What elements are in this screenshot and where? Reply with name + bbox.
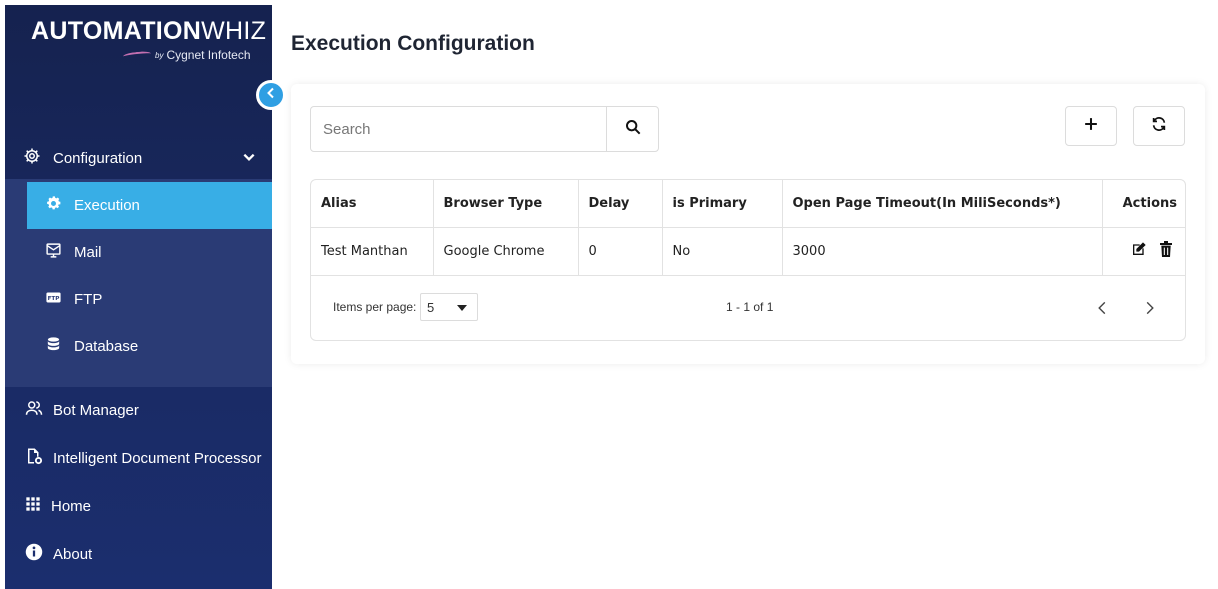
column-header-actions: Actions bbox=[1102, 180, 1185, 228]
search-icon bbox=[625, 119, 641, 140]
sidebar-collapse-button[interactable] bbox=[256, 80, 286, 110]
logo-company: Cygnet Infotech bbox=[166, 48, 251, 62]
sidebar-item-label: Intelligent Document Processor bbox=[53, 449, 262, 467]
grid-icon bbox=[25, 496, 41, 516]
app-logo: AUTOMATIONWHIZ by Cygnet Infotech bbox=[5, 5, 272, 75]
column-header-is-primary[interactable]: is Primary bbox=[662, 180, 783, 228]
delete-icon[interactable] bbox=[1159, 241, 1173, 261]
column-header-browser-type[interactable]: Browser Type bbox=[433, 180, 579, 228]
configuration-submenu: Execution Mail FTP FTP Database bbox=[5, 179, 272, 387]
sidebar-item-mail[interactable]: Mail bbox=[27, 229, 272, 276]
page-range-label: 1 - 1 of 1 bbox=[726, 300, 774, 314]
sidebar-item-configuration[interactable]: Configuration bbox=[5, 137, 272, 179]
refresh-button[interactable] bbox=[1133, 106, 1185, 146]
info-icon bbox=[25, 543, 43, 565]
cell-alias: Test Manthan bbox=[311, 227, 434, 276]
refresh-icon bbox=[1151, 116, 1167, 137]
search-input[interactable] bbox=[311, 107, 605, 151]
sidebar-item-home[interactable]: Home bbox=[5, 484, 272, 528]
column-header-open-page-timeout[interactable]: Open Page Timeout(In MiliSeconds*) bbox=[782, 180, 1103, 228]
sidebar: AUTOMATIONWHIZ by Cygnet Infotech Config… bbox=[5, 5, 272, 589]
sidebar-item-label: Configuration bbox=[53, 149, 143, 167]
users-icon bbox=[25, 399, 43, 421]
column-header-delay[interactable]: Delay bbox=[578, 180, 663, 228]
edit-icon[interactable] bbox=[1131, 241, 1147, 261]
sidebar-item-bot-manager[interactable]: Bot Manager bbox=[5, 388, 272, 432]
chevron-left-icon bbox=[265, 86, 277, 104]
page-size-value: 5 bbox=[427, 299, 435, 315]
next-page-button[interactable] bbox=[1136, 293, 1164, 325]
sidebar-item-label: FTP bbox=[74, 291, 103, 308]
logo-swoosh bbox=[122, 50, 152, 60]
ftp-icon: FTP bbox=[45, 289, 62, 310]
document-gear-icon bbox=[25, 447, 43, 469]
cell-open-page-timeout: 3000 bbox=[782, 227, 1103, 276]
sidebar-item-label: Bot Manager bbox=[53, 401, 139, 419]
chevron-down-icon bbox=[242, 150, 256, 168]
settings-cog-icon bbox=[23, 147, 41, 169]
caret-down-icon bbox=[457, 305, 467, 311]
svg-text:FTP: FTP bbox=[48, 296, 60, 302]
chevron-right-icon bbox=[1145, 301, 1155, 318]
previous-page-button[interactable] bbox=[1088, 293, 1116, 325]
sidebar-item-database[interactable]: Database bbox=[27, 323, 272, 370]
sidebar-item-ftp[interactable]: FTP FTP bbox=[27, 276, 272, 323]
search-box bbox=[310, 106, 659, 152]
mail-monitor-icon bbox=[45, 242, 62, 263]
column-header-alias[interactable]: Alias bbox=[311, 180, 434, 228]
search-button[interactable] bbox=[606, 107, 658, 151]
table-header-row: Alias Browser Type Delay is Primary Open… bbox=[311, 180, 1185, 228]
cell-browser-type: Google Chrome bbox=[433, 227, 579, 276]
add-button[interactable] bbox=[1065, 106, 1117, 146]
database-icon bbox=[45, 336, 62, 357]
execution-config-card: Alias Browser Type Delay is Primary Open… bbox=[291, 84, 1205, 364]
sidebar-item-about[interactable]: About bbox=[5, 532, 272, 576]
paginator: Items per page: 5 1 - 1 of 1 bbox=[311, 277, 1185, 340]
logo-by: by bbox=[155, 50, 164, 60]
sidebar-item-label: Mail bbox=[74, 244, 102, 261]
page-size-select[interactable]: 5 bbox=[420, 293, 478, 321]
sidebar-item-idp[interactable]: Intelligent Document Processor bbox=[5, 436, 272, 480]
sidebar-item-execution[interactable]: Execution bbox=[27, 182, 272, 229]
cell-delay: 0 bbox=[578, 227, 663, 276]
logo-wordmark: AUTOMATIONWHIZ bbox=[31, 17, 267, 45]
gear-icon bbox=[45, 195, 62, 216]
sidebar-item-label: About bbox=[53, 545, 93, 563]
items-per-page-label: Items per page: bbox=[333, 300, 417, 314]
sidebar-item-label: Home bbox=[51, 497, 92, 515]
execution-table: Alias Browser Type Delay is Primary Open… bbox=[310, 179, 1186, 341]
sidebar-item-label: Execution bbox=[74, 197, 140, 214]
cell-is-primary: No bbox=[662, 227, 783, 276]
page-title: Execution Configuration bbox=[291, 32, 535, 55]
table-row: Test Manthan Google Chrome 0 No 3000 bbox=[311, 227, 1185, 276]
logo-byline: by Cygnet Infotech bbox=[122, 48, 251, 62]
sidebar-item-label: Database bbox=[74, 338, 139, 355]
plus-icon bbox=[1084, 117, 1098, 136]
chevron-left-icon bbox=[1097, 301, 1107, 318]
cell-actions bbox=[1102, 227, 1185, 276]
